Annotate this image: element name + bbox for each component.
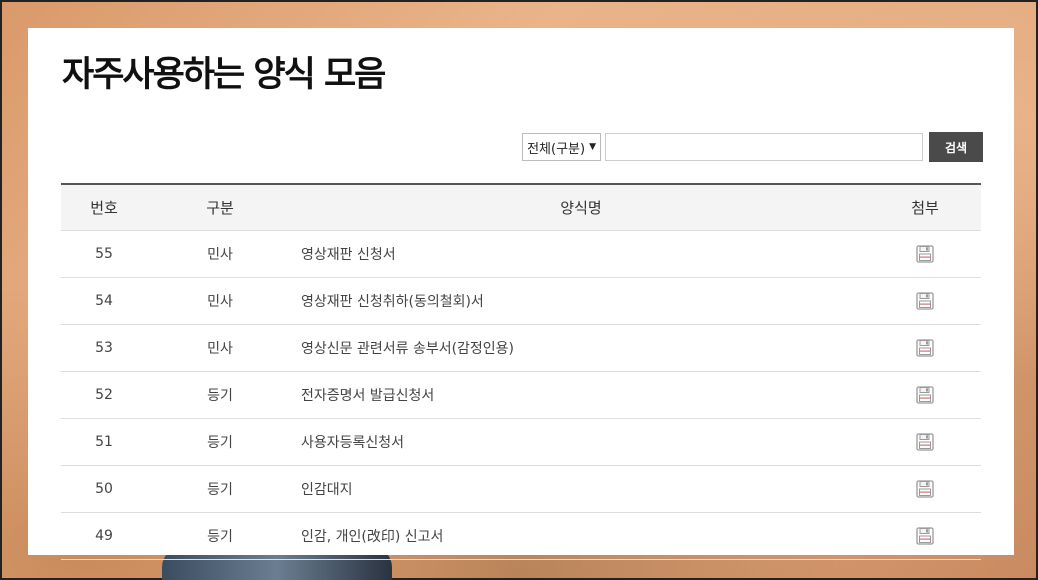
- page-title: 자주사용하는 양식 모음: [62, 55, 386, 95]
- row-no: 54: [61, 277, 147, 325]
- row-category: 민사: [147, 230, 293, 278]
- content-panel: 자주사용하는 양식 모음 전체(구분) ▼ 검색 번호 구분 양식명 첨부 55…: [28, 28, 1014, 560]
- search-button[interactable]: 검색: [929, 132, 983, 162]
- row-form-name-link[interactable]: 전자증명서 발급신청서: [293, 371, 869, 419]
- chevron-down-icon: ▼: [589, 142, 596, 152]
- row-no: 51: [61, 418, 147, 466]
- table-row: 55 민사 영상재판 신청서: [61, 230, 981, 278]
- save-icon[interactable]: [915, 479, 935, 499]
- row-no: 52: [61, 371, 147, 419]
- table-row: 50 등기 인감대지: [61, 465, 981, 513]
- category-select[interactable]: 전체(구분) ▼: [522, 133, 601, 161]
- save-icon[interactable]: [915, 244, 935, 264]
- save-icon[interactable]: [915, 291, 935, 311]
- row-form-name-link[interactable]: 영상신문 관련서류 송부서(감정인용): [293, 324, 869, 372]
- table-row: 49 등기 인감, 개인(改印) 신고서: [61, 512, 981, 560]
- table-row: 54 민사 영상재판 신청취하(동의철회)서: [61, 277, 981, 325]
- header-attachment: 첨부: [911, 199, 939, 217]
- row-category: 등기: [147, 418, 293, 466]
- row-category: 민사: [147, 277, 293, 325]
- save-icon[interactable]: [915, 526, 935, 546]
- row-form-name-link[interactable]: 사용자등록신청서: [293, 418, 869, 466]
- row-no: 55: [61, 230, 147, 278]
- header-form-name: 양식명: [560, 199, 602, 217]
- row-no: 53: [61, 324, 147, 372]
- row-form-name-link[interactable]: 영상재판 신청서: [293, 230, 869, 278]
- row-form-name-link[interactable]: 인감, 개인(改印) 신고서: [293, 512, 869, 560]
- save-icon[interactable]: [915, 432, 935, 452]
- table-row: 52 등기 전자증명서 발급신청서: [61, 371, 981, 419]
- row-category: 등기: [147, 371, 293, 419]
- row-category: 등기: [147, 512, 293, 560]
- row-category: 민사: [147, 324, 293, 372]
- row-no: 49: [61, 512, 147, 560]
- row-form-name-link[interactable]: 인감대지: [293, 465, 869, 513]
- row-category: 등기: [147, 465, 293, 513]
- table-row: 53 민사 영상신문 관련서류 송부서(감정인용): [61, 324, 981, 372]
- table-header-row: 번호 구분 양식명 첨부: [61, 184, 981, 231]
- category-select-value: 전체(구분): [527, 141, 586, 157]
- search-bar: 전체(구분) ▼ 검색: [522, 132, 983, 162]
- row-no: 50: [61, 465, 147, 513]
- forms-table: 번호 구분 양식명 첨부 55 민사 영상재판 신청서 54 민사 영상재판 신…: [61, 183, 981, 560]
- table-row: 51 등기 사용자등록신청서: [61, 418, 981, 466]
- search-input[interactable]: [605, 133, 923, 161]
- header-no: 번호: [90, 199, 118, 217]
- save-icon[interactable]: [915, 338, 935, 358]
- header-category: 구분: [206, 199, 234, 217]
- row-form-name-link[interactable]: 영상재판 신청취하(동의철회)서: [293, 277, 869, 325]
- save-icon[interactable]: [915, 385, 935, 405]
